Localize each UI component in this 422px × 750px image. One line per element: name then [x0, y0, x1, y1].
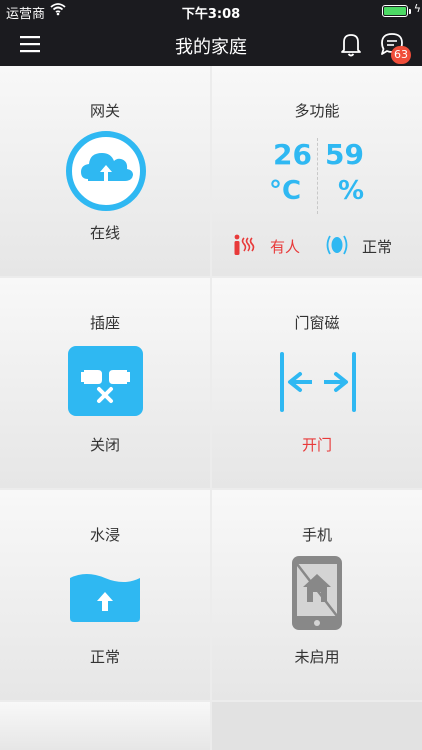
battery-tip [409, 9, 411, 14]
tile-door-sensor[interactable]: 门窗磁 开门 [212, 278, 422, 488]
device-grid: 网关 在线 多功能 26 °C 59 % 有人 正常 插座 关闭 门窗磁 开门 … [0, 66, 422, 750]
person-heat-icon [234, 234, 255, 255]
status-bar: 运营商 下午3:08 ϟ [0, 0, 422, 22]
status-text: 正常 [362, 238, 393, 256]
nav-bar: 我的家庭 63 [0, 22, 422, 66]
clock: 下午3:08 [181, 7, 241, 22]
tile-state: 正常 [89, 648, 120, 666]
tile-label: 手机 [301, 526, 332, 544]
water-wave-icon [70, 574, 140, 622]
battery-icon [382, 5, 408, 17]
bell-icon[interactable] [336, 30, 366, 58]
tile-state: 开门 [301, 436, 332, 454]
tile-state: 未启用 [294, 648, 340, 666]
tile-phone[interactable]: 手机 未启用 [212, 490, 422, 700]
socket-plug-icon [68, 346, 143, 416]
charging-icon: ϟ [413, 2, 421, 15]
notification-badge: 63 [391, 46, 411, 64]
tile-state: 关闭 [89, 436, 120, 454]
tile-multi-sensor[interactable]: 多功能 26 °C 59 % 有人 正常 [212, 66, 422, 276]
tile-gateway[interactable]: 网关 在线 [0, 66, 210, 276]
temperature-unit: °C [269, 176, 302, 206]
tile-label: 插座 [89, 314, 120, 332]
tile-water-sensor[interactable]: 水浸 正常 [0, 490, 210, 700]
phone-home-icon [292, 556, 342, 630]
tile-state: 在线 [89, 224, 120, 242]
door-open-icon [280, 352, 356, 412]
tile-socket[interactable]: 插座 关闭 [0, 278, 210, 488]
presence-text: 有人 [270, 238, 301, 256]
tile-label: 门窗磁 [294, 314, 340, 332]
divider [317, 138, 318, 214]
tile-label: 网关 [89, 102, 120, 120]
tile-label: 多功能 [294, 102, 340, 120]
signal-status-icon [326, 235, 348, 255]
humidity-unit: % [338, 176, 365, 206]
tile-empty [0, 702, 210, 750]
tile-label: 水浸 [89, 526, 120, 544]
tile-empty-placeholder [212, 702, 422, 750]
cloud-upload-icon [66, 131, 146, 211]
humidity-value: 59 [325, 138, 364, 171]
temperature-value: 26 [273, 138, 312, 171]
